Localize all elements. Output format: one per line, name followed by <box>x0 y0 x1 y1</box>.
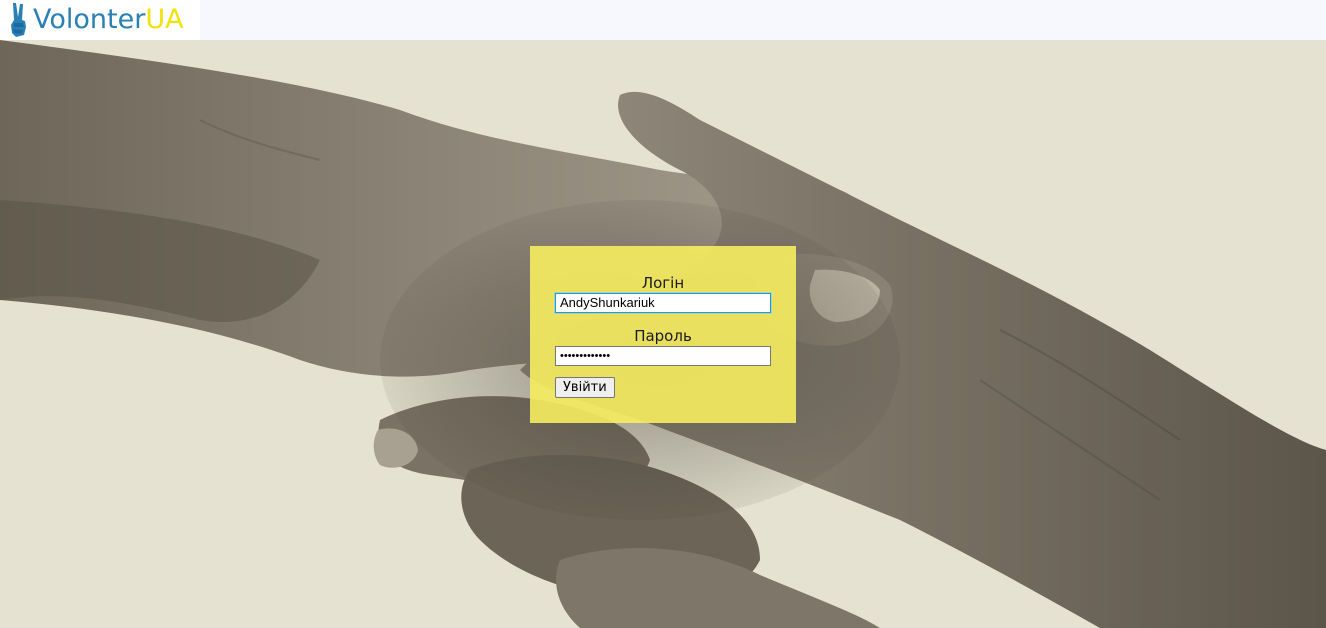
site-logo[interactable]: VolonterUA <box>0 0 200 40</box>
login-button[interactable]: Увійти <box>555 377 615 398</box>
login-form: Логін AndyShunkariuk Пароль ••••••••••••… <box>530 246 796 423</box>
password-label: Пароль <box>634 327 692 345</box>
logo-text: VolonterUA <box>33 0 184 40</box>
victory-hand-icon <box>11 3 26 37</box>
bottom-knuckles <box>556 548 880 628</box>
login-label: Логін <box>641 274 685 292</box>
logo-text-main: Volonter <box>33 4 146 35</box>
login-input[interactable]: AndyShunkariuk <box>554 292 772 314</box>
logo-text-accent: UA <box>145 4 184 35</box>
password-input[interactable]: ••••••••••••• <box>555 346 771 366</box>
top-bar: VolonterUA <box>0 0 1326 40</box>
